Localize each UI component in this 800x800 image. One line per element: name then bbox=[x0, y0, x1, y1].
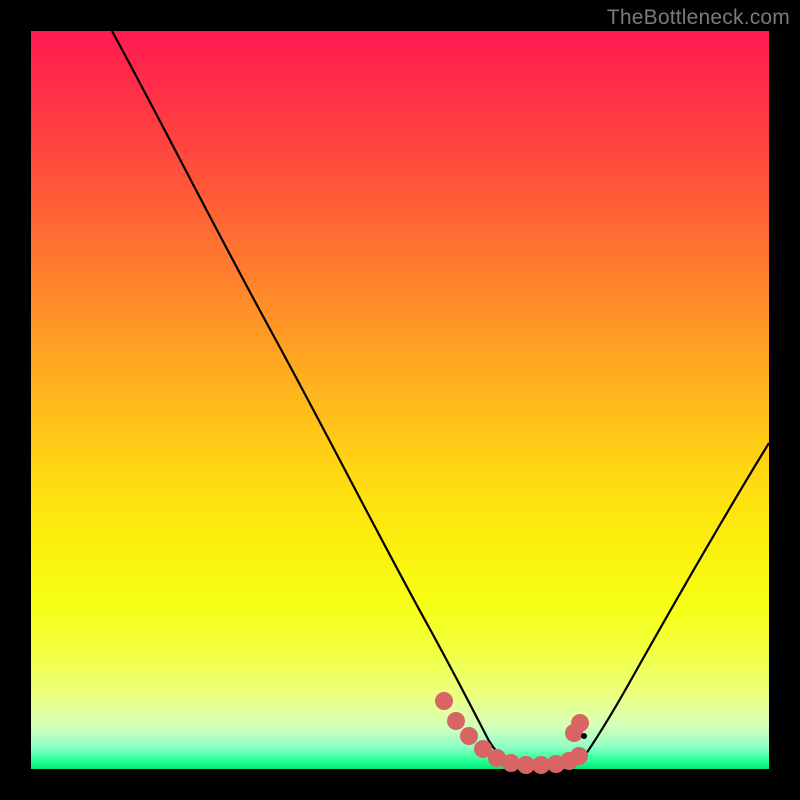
marker-dot bbox=[460, 727, 478, 745]
chart-container: TheBottleneck.com bbox=[0, 0, 800, 800]
watermark-text: TheBottleneck.com bbox=[607, 6, 790, 30]
right-curve-branch bbox=[588, 443, 769, 751]
marker-dot bbox=[435, 692, 453, 710]
left-curve-branch bbox=[112, 31, 489, 741]
marker-dot bbox=[571, 714, 589, 732]
valley-markers-group bbox=[435, 692, 589, 774]
marker-dot bbox=[570, 747, 588, 765]
marker-dot bbox=[447, 712, 465, 730]
curve-layer bbox=[31, 31, 769, 769]
marker-accent-dot bbox=[581, 733, 587, 739]
